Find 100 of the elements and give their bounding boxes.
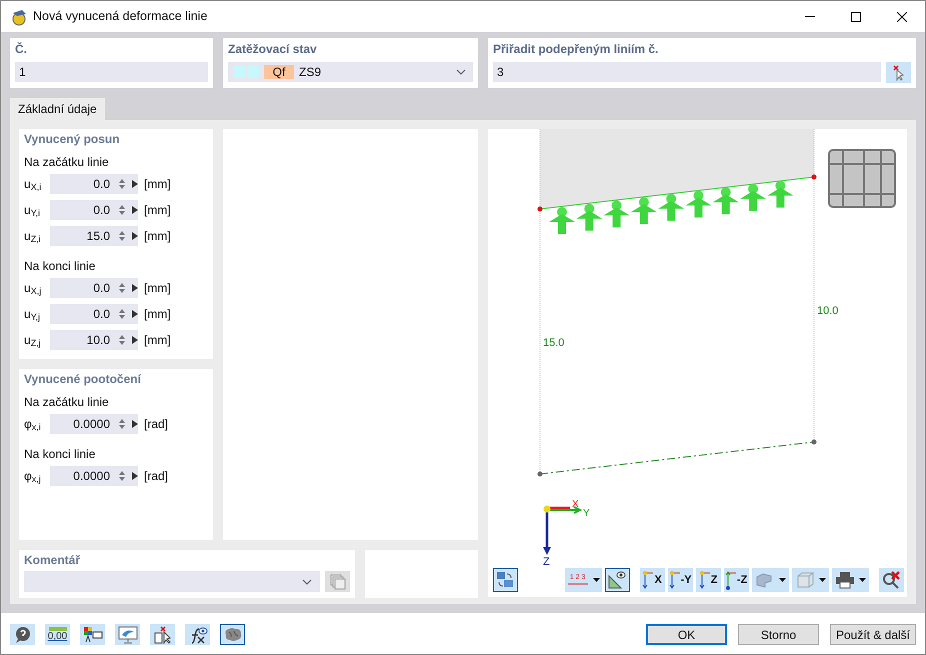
view-tool-button[interactable] bbox=[604, 568, 630, 592]
help-icon bbox=[14, 626, 32, 644]
play-icon[interactable] bbox=[132, 336, 138, 344]
spinner-icon[interactable] bbox=[118, 230, 126, 242]
load-arrow bbox=[658, 194, 684, 221]
node-point bbox=[811, 440, 816, 444]
number-field[interactable]: 15.0 bbox=[50, 226, 112, 246]
dialog-button[interactable]: Použít & další bbox=[830, 624, 916, 645]
view-tool-button[interactable] bbox=[832, 568, 869, 592]
dimension-line-icon bbox=[566, 582, 589, 586]
play-icon[interactable] bbox=[132, 180, 138, 188]
spinner-icon[interactable] bbox=[118, 204, 126, 216]
units-text: 0,00 bbox=[48, 631, 68, 642]
dialog-button[interactable]: Storno bbox=[738, 624, 819, 645]
footer-tool-button[interactable] bbox=[10, 624, 35, 645]
axis-arrows-icon bbox=[642, 570, 654, 590]
spinner-control[interactable] bbox=[112, 200, 138, 220]
load-arrow bbox=[603, 200, 630, 228]
number-field[interactable]: 0.0000 bbox=[50, 466, 112, 486]
footer-tool-button[interactable] bbox=[80, 624, 105, 645]
number-field[interactable]: 0.0 bbox=[50, 174, 112, 194]
symbol-label: u$_{Y,j}$ bbox=[24, 306, 42, 323]
printer-icon bbox=[834, 571, 855, 589]
load-arrow bbox=[740, 184, 766, 211]
section-title: Vynucené pootočení bbox=[24, 371, 142, 388]
spinner-icon[interactable] bbox=[118, 418, 126, 430]
spinner-control[interactable] bbox=[112, 414, 138, 434]
symbol-label: u$_{Y,i}$ bbox=[24, 202, 42, 219]
axis-label: Z bbox=[542, 556, 550, 565]
load-case-select[interactable]: Qf ZS9 bbox=[228, 62, 473, 82]
caret-icon bbox=[778, 578, 786, 582]
axis-arrows-icon bbox=[724, 570, 737, 590]
play-icon[interactable] bbox=[132, 232, 138, 240]
field-label: Č. bbox=[15, 41, 28, 57]
footer-tool-button[interactable]: 0,00 bbox=[45, 624, 70, 645]
play-icon[interactable] bbox=[132, 472, 138, 480]
unit-label: [rad] bbox=[144, 468, 168, 485]
pick-lines-button[interactable] bbox=[886, 62, 911, 83]
spinner-control[interactable] bbox=[112, 278, 138, 298]
number-field[interactable]: 0.0000 bbox=[50, 414, 112, 434]
spinner-control[interactable] bbox=[112, 226, 138, 246]
number-field[interactable]: 0.0 bbox=[50, 278, 112, 298]
spinner-icon[interactable] bbox=[118, 282, 126, 294]
load-arrow bbox=[685, 190, 712, 218]
footer-tool-button[interactable] bbox=[115, 624, 140, 645]
symbol-label: u$_{Z,j}$ bbox=[24, 332, 42, 349]
close-icon bbox=[897, 12, 907, 22]
group-title: Na začátku linie bbox=[24, 394, 110, 410]
load-case-value: ZS9 bbox=[299, 64, 322, 81]
view-tool-button[interactable]: -Z bbox=[724, 568, 749, 592]
tab[interactable]: Základní údaje bbox=[10, 98, 105, 120]
play-icon[interactable] bbox=[132, 206, 138, 214]
caret-icon bbox=[592, 578, 600, 582]
number-field[interactable]: 1 bbox=[15, 62, 208, 82]
spinner-control[interactable] bbox=[112, 330, 138, 350]
view-cube-drawing bbox=[828, 149, 896, 208]
spinner-icon[interactable] bbox=[118, 178, 126, 190]
spinner-icon[interactable] bbox=[118, 308, 126, 320]
symbol-label: u$_{X,j}$ bbox=[24, 280, 42, 297]
document-cursor-icon bbox=[152, 626, 172, 644]
node-point bbox=[537, 472, 542, 476]
spinner-icon[interactable] bbox=[118, 334, 126, 346]
dialog-button[interactable]: OK bbox=[646, 624, 727, 645]
caret-icon bbox=[818, 578, 826, 582]
axis-arrows-icon bbox=[668, 570, 681, 590]
monitor-icon bbox=[118, 626, 138, 644]
spinner-icon[interactable] bbox=[118, 470, 126, 482]
unit-label: [mm] bbox=[144, 176, 171, 193]
chevron-down-icon bbox=[456, 69, 466, 75]
load-type-tag: Qf bbox=[264, 65, 294, 79]
app-logo-icon bbox=[10, 8, 28, 26]
spinner-control[interactable] bbox=[112, 466, 138, 486]
minimize-icon bbox=[805, 16, 815, 17]
number-field[interactable]: 0.0 bbox=[50, 200, 112, 220]
play-icon[interactable] bbox=[132, 284, 138, 292]
view-tool-button[interactable]: X bbox=[640, 568, 665, 592]
number-field[interactable]: 10.0 bbox=[50, 330, 112, 350]
footer-tool-button[interactable] bbox=[185, 624, 210, 645]
unit-label: [mm] bbox=[144, 280, 171, 297]
view-tool-button[interactable] bbox=[878, 568, 904, 592]
zoom-cancel-icon bbox=[881, 570, 902, 590]
spinner-control[interactable] bbox=[112, 304, 138, 324]
view-tool-button[interactable]: Z bbox=[696, 568, 721, 592]
play-icon[interactable] bbox=[132, 310, 138, 318]
view-tool-button[interactable] bbox=[492, 568, 518, 592]
rotate-view-icon bbox=[495, 570, 516, 590]
play-icon[interactable] bbox=[132, 420, 138, 428]
color-legend-icon bbox=[82, 626, 102, 644]
view-tool-button[interactable]: -Y bbox=[668, 568, 693, 592]
symbol-label: u$_{Z,i}$ bbox=[24, 228, 42, 245]
number-field[interactable]: 0.0 bbox=[50, 304, 112, 324]
axis-label: Z bbox=[710, 574, 718, 586]
ruler-eye-icon bbox=[607, 570, 628, 590]
group-title: Na konci linie bbox=[24, 446, 96, 462]
footer-tool-button[interactable] bbox=[150, 624, 175, 645]
line-number-field[interactable]: 3 bbox=[493, 62, 881, 82]
spinner-control[interactable] bbox=[112, 174, 138, 194]
unit-label: [mm] bbox=[144, 332, 171, 349]
axis-label: X bbox=[654, 574, 662, 586]
node-point bbox=[537, 206, 542, 212]
